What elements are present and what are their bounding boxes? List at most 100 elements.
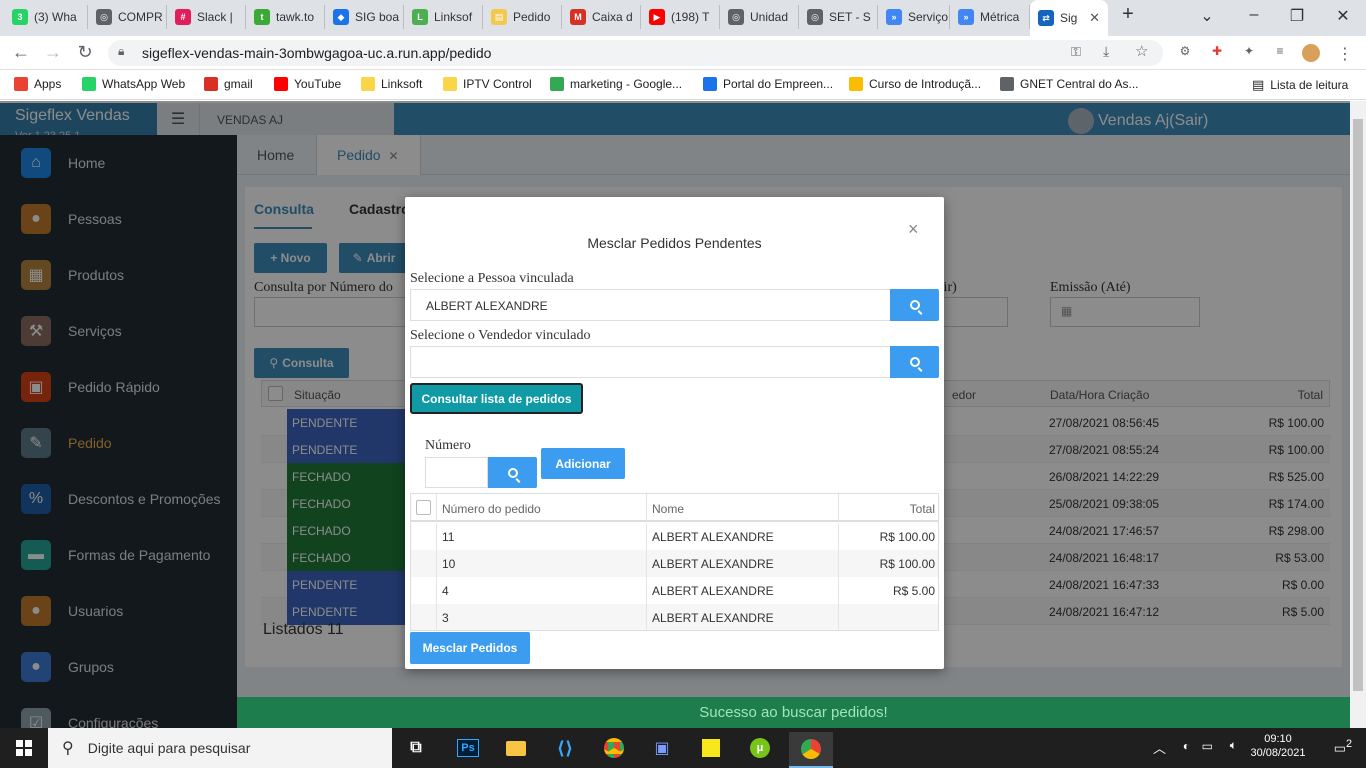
- bookmark-item[interactable]: Curso de Introduçã...: [849, 77, 981, 91]
- consultar-lista-button[interactable]: Consultar lista de pedidos: [410, 383, 583, 414]
- menu-dots-icon[interactable]: ⋮: [1336, 44, 1354, 63]
- chevron-up-icon[interactable]: ︿: [1153, 738, 1166, 757]
- select-all-checkbox[interactable]: [416, 500, 431, 515]
- browser-tab[interactable]: ◎ COMPR: [88, 5, 167, 29]
- taskbar-search[interactable]: ⚲ Digite aqui para pesquisar: [48, 728, 392, 768]
- browser-tab[interactable]: 3 (3) Wha: [4, 5, 88, 29]
- browser-tab[interactable]: L Linksof: [404, 5, 483, 29]
- pessoa-search-button[interactable]: [890, 289, 939, 321]
- profile-avatar[interactable]: [1302, 44, 1320, 62]
- lock-icon: 🔒︎: [118, 44, 125, 58]
- vendedor-input[interactable]: [410, 346, 891, 378]
- row-total: [839, 604, 938, 630]
- bookmark-item[interactable]: WhatsApp Web: [82, 77, 185, 91]
- numero-search-button[interactable]: [488, 457, 537, 488]
- tab-search-icon[interactable]: ⌄: [1197, 6, 1217, 26]
- close-icon[interactable]: ×: [908, 219, 919, 240]
- tab-favicon-icon: ▶: [649, 9, 665, 25]
- minimize-icon[interactable]: –: [1244, 6, 1264, 24]
- new-tab-button[interactable]: +: [1118, 3, 1138, 26]
- extension-icon[interactable]: ⚙: [1176, 44, 1194, 62]
- tab-favicon-icon: »: [958, 9, 974, 25]
- bookmark-item[interactable]: gmail: [204, 77, 253, 91]
- bookmarks-bar: Apps WhatsApp Web gmail YouTube Linksoft IPTV…: [0, 70, 1366, 100]
- browser-tab[interactable]: ▶ (198) T: [641, 5, 720, 29]
- bookmark-icon: [274, 77, 288, 91]
- reading-list[interactable]: ▤ Lista de leitura: [1252, 77, 1348, 93]
- vscode-icon[interactable]: ⟨⟩: [549, 732, 581, 764]
- bookmark-item[interactable]: IPTV Control: [443, 77, 532, 91]
- windows-taskbar: ⚲ Digite aqui para pesquisar ⧉ Ps ⟨⟩ ▣ μ…: [0, 728, 1366, 768]
- url-field[interactable]: 🔒︎ sigeflex-vendas-main-3ombwgagoa-uc.a.…: [108, 40, 1163, 66]
- tab-favicon-icon: t: [254, 9, 270, 25]
- media-icon[interactable]: ≡: [1271, 44, 1289, 62]
- table-row[interactable]: 3 ALBERT ALEXANDRE: [411, 604, 938, 630]
- back-icon[interactable]: ←: [10, 42, 32, 63]
- bookmark-star-icon[interactable]: ☆: [1135, 42, 1148, 60]
- extension-badge-icon[interactable]: ✚: [1208, 44, 1226, 62]
- sticky-notes-icon[interactable]: [695, 732, 727, 764]
- puzzle-icon[interactable]: ✦: [1240, 44, 1258, 62]
- browser-tab[interactable]: » Métrica: [950, 5, 1030, 29]
- search-icon: ⚲: [62, 740, 74, 757]
- bookmark-item[interactable]: Apps: [14, 77, 61, 91]
- browser-tab[interactable]: # Slack |: [167, 5, 246, 29]
- browser-tab[interactable]: » Serviço: [878, 5, 950, 29]
- browser-tab[interactable]: ◎ Unidad: [720, 5, 799, 29]
- bookmark-item[interactable]: Linksoft: [361, 77, 422, 91]
- window-close-icon[interactable]: ✕: [1333, 6, 1353, 26]
- install-icon[interactable]: ⤓: [1103, 43, 1109, 60]
- start-button[interactable]: [0, 728, 48, 768]
- url-text: sigeflex-vendas-main-3ombwgagoa-uc.a.run…: [142, 45, 492, 61]
- network-icon[interactable]: ◐: [1183, 739, 1190, 753]
- file-explorer-icon[interactable]: [500, 732, 532, 764]
- browser-tab[interactable]: M Caixa d: [562, 5, 641, 29]
- browser-tab[interactable]: ◆ SIG boa: [325, 5, 404, 29]
- wifi-icon[interactable]: ▭: [1202, 739, 1213, 753]
- forward-icon[interactable]: →: [42, 42, 64, 63]
- key-icon[interactable]: ⚿: [1071, 44, 1081, 60]
- browser-tab[interactable]: ⇄ Sig ✕: [1030, 0, 1108, 36]
- bookmark-item[interactable]: YouTube: [274, 77, 341, 91]
- row-select-cell[interactable]: [411, 577, 437, 604]
- bookmark-item[interactable]: Portal do Empreen...: [703, 77, 833, 91]
- bookmark-icon: [550, 77, 564, 91]
- table-row[interactable]: 11 ALBERT ALEXANDRE R$ 100.00: [411, 523, 938, 550]
- browser-tab[interactable]: ▤ Pedido: [483, 5, 562, 29]
- notifications-icon[interactable]: ▭2: [1334, 738, 1352, 756]
- volume-icon[interactable]: 🔈︎: [1230, 738, 1237, 753]
- numero-input[interactable]: [425, 457, 488, 488]
- table-row[interactable]: 10 ALBERT ALEXANDRE R$ 100.00: [411, 550, 938, 577]
- task-view-icon[interactable]: ⧉: [400, 732, 432, 764]
- browser-tab[interactable]: t tawk.to: [246, 5, 325, 29]
- utorrent-icon[interactable]: μ: [744, 732, 776, 764]
- row-numero: 11: [437, 523, 647, 550]
- vendedor-search-button[interactable]: [890, 346, 939, 378]
- maximize-icon[interactable]: ❐: [1287, 6, 1307, 26]
- scrollbar-thumb[interactable]: [1353, 119, 1363, 691]
- adicionar-button[interactable]: Adicionar: [541, 448, 625, 479]
- chrome-active-icon[interactable]: [789, 732, 833, 768]
- chrome-icon[interactable]: [598, 732, 630, 764]
- bookmark-item[interactable]: marketing - Google...: [550, 77, 682, 91]
- search-icon: [909, 300, 920, 310]
- row-select-cell[interactable]: [411, 523, 437, 550]
- tab-close-icon[interactable]: ✕: [1089, 10, 1100, 26]
- tab-favicon-icon: ◎: [96, 9, 112, 25]
- app-icon[interactable]: ▣: [646, 732, 678, 764]
- bookmark-item[interactable]: GNET Central do As...: [1000, 77, 1139, 91]
- photoshop-icon[interactable]: Ps: [452, 732, 484, 764]
- reload-icon[interactable]: ↻: [74, 42, 96, 63]
- row-select-cell[interactable]: [411, 550, 437, 577]
- row-select-cell[interactable]: [411, 604, 437, 630]
- clock[interactable]: 09:10 30/08/2021: [1250, 733, 1306, 759]
- tab-favicon-icon: »: [886, 9, 902, 25]
- header-numero: Número do pedido: [437, 494, 647, 522]
- mesclar-pedidos-button[interactable]: Mesclar Pedidos: [410, 632, 530, 664]
- browser-tab[interactable]: ◎ SET - S: [799, 5, 878, 29]
- table-row[interactable]: 4 ALBERT ALEXANDRE R$ 5.00: [411, 577, 938, 604]
- pessoa-input[interactable]: ALBERT ALEXANDRE: [410, 289, 891, 321]
- mesclar-modal: Mesclar Pedidos Pendentes × Selecione a …: [405, 197, 944, 669]
- row-total: R$ 100.00: [879, 557, 935, 571]
- page-scrollbar[interactable]: [1350, 101, 1366, 728]
